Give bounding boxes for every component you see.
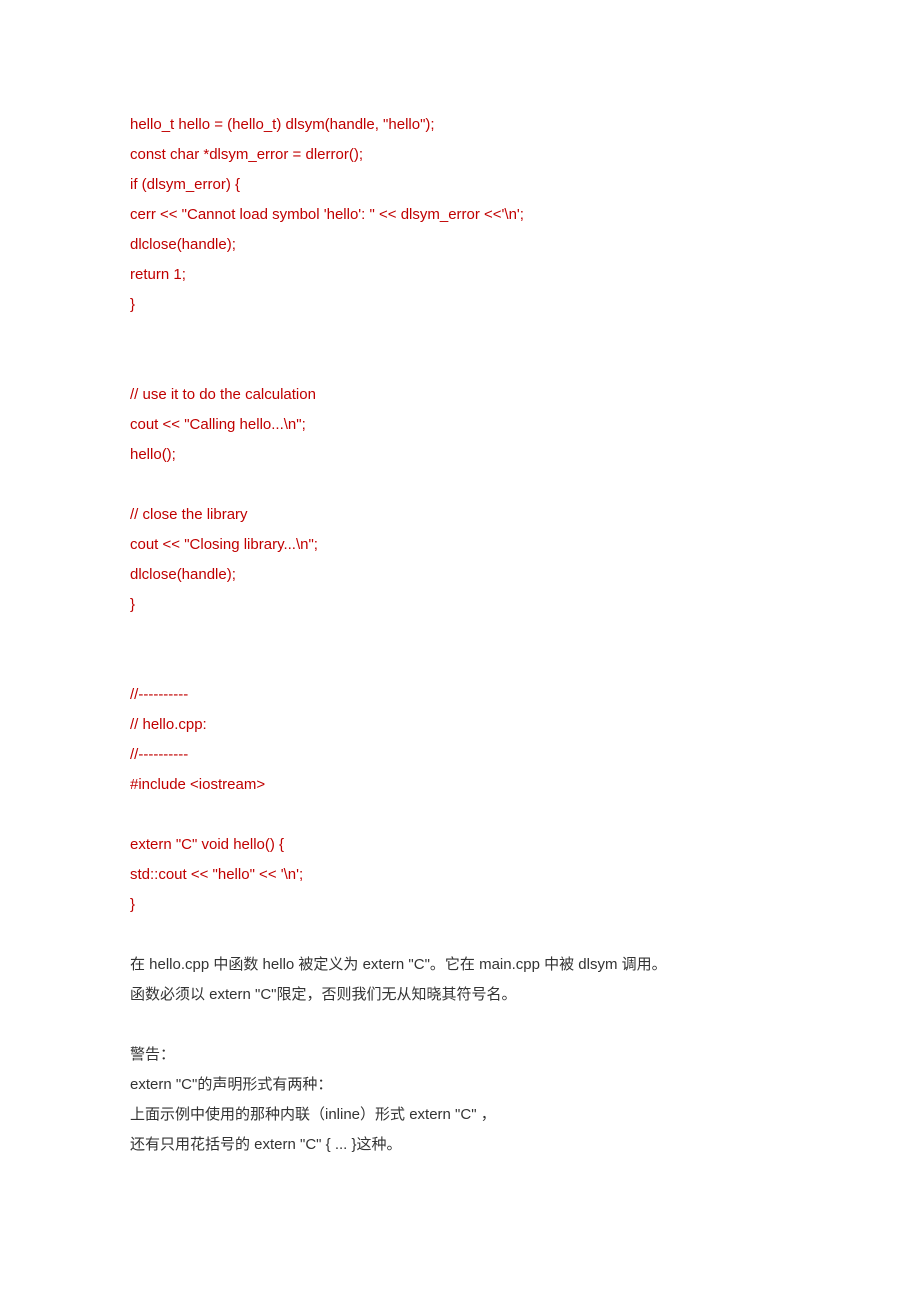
code-line: dlclose(handle); xyxy=(130,560,790,590)
text-line: 还有只用花括号的 extern "C" { ... }这种。 xyxy=(130,1130,790,1160)
code-line: cout << "Calling hello...\n"; xyxy=(130,410,790,440)
code-block-2: // use it to do the calculation cout << … xyxy=(130,380,790,470)
code-block-4: //---------- // hello.cpp: //---------- … xyxy=(130,680,790,800)
code-line: // hello.cpp: xyxy=(130,710,790,740)
text-line: 警告： xyxy=(130,1040,790,1070)
code-line: if (dlsym_error) { xyxy=(130,170,790,200)
code-line: } xyxy=(130,290,790,320)
code-line: //---------- xyxy=(130,740,790,770)
code-line: hello_t hello = (hello_t) dlsym(handle, … xyxy=(130,110,790,140)
code-block-1: hello_t hello = (hello_t) dlsym(handle, … xyxy=(130,110,790,320)
text-line: 在 hello.cpp 中函数 hello 被定义为 extern "C"。它在… xyxy=(130,950,790,980)
code-line: std::cout << "hello" << '\n'; xyxy=(130,860,790,890)
code-line: #include <iostream> xyxy=(130,770,790,800)
code-block-3: // close the library cout << "Closing li… xyxy=(130,500,790,620)
code-line: cerr << "Cannot load symbol 'hello': " <… xyxy=(130,200,790,230)
text-line: extern "C"的声明形式有两种： xyxy=(130,1070,790,1100)
code-line: return 1; xyxy=(130,260,790,290)
code-line: cout << "Closing library...\n"; xyxy=(130,530,790,560)
code-line: } xyxy=(130,890,790,920)
text-paragraph-2: 警告： extern "C"的声明形式有两种： 上面示例中使用的那种内联（inl… xyxy=(130,1040,790,1160)
code-line: dlclose(handle); xyxy=(130,230,790,260)
text-line: 函数必须以 extern "C"限定，否则我们无从知晓其符号名。 xyxy=(130,980,790,1010)
code-line: hello(); xyxy=(130,440,790,470)
code-line: extern "C" void hello() { xyxy=(130,830,790,860)
code-line: // close the library xyxy=(130,500,790,530)
text-line: 上面示例中使用的那种内联（inline）形式 extern "C" ， xyxy=(130,1100,790,1130)
code-block-5: extern "C" void hello() { std::cout << "… xyxy=(130,830,790,920)
code-line: // use it to do the calculation xyxy=(130,380,790,410)
code-line: const char *dlsym_error = dlerror(); xyxy=(130,140,790,170)
text-paragraph-1: 在 hello.cpp 中函数 hello 被定义为 extern "C"。它在… xyxy=(130,950,790,1010)
code-line: } xyxy=(130,590,790,620)
code-line: //---------- xyxy=(130,680,790,710)
